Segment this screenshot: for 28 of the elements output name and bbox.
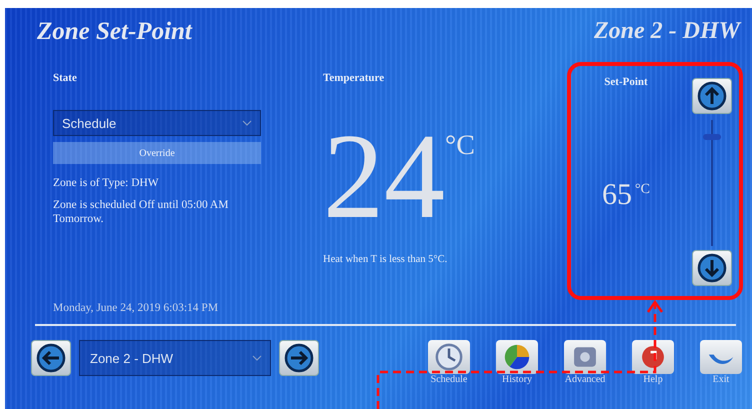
temperature-label: Temperature — [323, 72, 386, 84]
setpoint-value: 65 — [602, 178, 632, 212]
state-label: State — [53, 72, 78, 84]
exit-icon — [708, 354, 734, 364]
previous-zone-button[interactable] — [31, 340, 71, 376]
temperature-unit: °C — [445, 130, 475, 162]
setpoint-label: Set-Point — [604, 76, 648, 88]
caret-icon — [252, 355, 262, 361]
next-zone-button[interactable] — [279, 340, 319, 376]
zone-info-text: Zone is of Type: DHW — [53, 176, 160, 190]
state-dropdown[interactable]: Schedule — [53, 110, 261, 136]
slider-thumb[interactable] — [703, 134, 721, 140]
temperature-value: 24 — [323, 122, 445, 232]
decrease-button[interactable] — [692, 250, 732, 286]
zone-title: Zone 2 - DHW — [594, 18, 740, 46]
clock-icon — [436, 344, 462, 370]
zone-info-text: Zone is scheduled Off until 05:00 AM Tomorrow. — [53, 198, 230, 226]
increase-button[interactable] — [692, 78, 732, 114]
date-time: Monday, June 24, 2019 6:03:14 PM — [53, 302, 220, 314]
pie-chart-icon — [504, 344, 530, 370]
caret-icon — [242, 120, 252, 126]
tools-icon — [574, 347, 596, 367]
screen-title: Zone Set-Point — [37, 18, 192, 47]
zone-dropdown[interactable]: Zone 2 - DHW — [79, 340, 271, 376]
help-icon — [642, 346, 664, 368]
heat-condition-text: Heat when T is less than 5°C. — [323, 254, 448, 265]
override-button[interactable]: Override — [53, 142, 261, 164]
setpoint-unit: °C — [635, 182, 650, 198]
